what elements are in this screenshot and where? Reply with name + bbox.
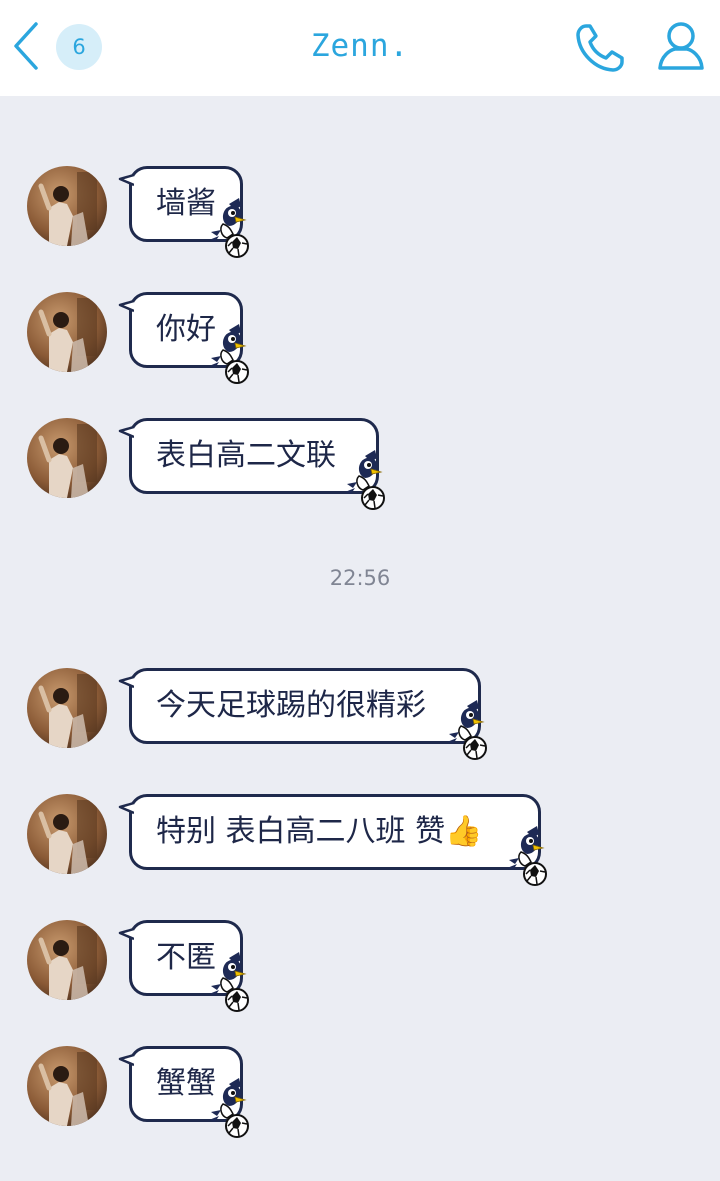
message-timestamp: 22:56 <box>329 566 391 590</box>
chevron-left-icon <box>14 22 38 70</box>
bubble-mascot-icon <box>205 1076 253 1140</box>
sender-avatar[interactable] <box>27 920 107 1000</box>
bubble-mascot-icon <box>205 196 253 260</box>
bubble-mascot-icon <box>205 322 253 386</box>
chat-header: 6 Zenn. <box>0 0 720 96</box>
thumbs-up-icon: 👍 <box>445 814 483 849</box>
message-bubble[interactable]: 今天足球踢的很精彩 <box>118 668 481 744</box>
message-text: 今天足球踢的很精彩 <box>156 688 426 723</box>
bubble-mascot-icon <box>205 950 253 1014</box>
back-button[interactable] <box>8 20 44 72</box>
bubble-mascot-icon <box>341 448 389 512</box>
bubble-tail <box>118 675 134 689</box>
avatar-photo <box>27 794 107 874</box>
person-icon <box>658 22 704 70</box>
avatar-photo <box>27 1046 107 1126</box>
sender-avatar[interactable] <box>27 794 107 874</box>
phone-icon <box>576 24 624 72</box>
bubble-mascot-icon <box>503 824 551 888</box>
avatar-photo <box>27 166 107 246</box>
sender-avatar[interactable] <box>27 1046 107 1126</box>
sender-avatar[interactable] <box>27 292 107 372</box>
call-button[interactable] <box>572 20 628 76</box>
message-row: 墙酱 <box>0 166 720 266</box>
message-row: 特别 表白高二八班 赞👍 <box>0 794 720 894</box>
bubble-tail <box>118 1053 134 1067</box>
chat-area: 22:56 墙酱 你好 表白高二文联 今天足球踢的很精彩 特别 表白高二八班 赞… <box>0 96 720 1181</box>
bubble-tail <box>118 801 134 815</box>
profile-button[interactable] <box>652 18 710 76</box>
message-bubble[interactable]: 特别 表白高二八班 赞👍 <box>118 794 541 870</box>
sender-avatar[interactable] <box>27 418 107 498</box>
message-text: 特别 表白高二八班 赞 <box>156 814 446 849</box>
avatar-photo <box>27 292 107 372</box>
bubble-tail <box>118 173 134 187</box>
message-row: 今天足球踢的很精彩 <box>0 668 720 768</box>
avatar-photo <box>27 920 107 1000</box>
avatar-photo <box>27 668 107 748</box>
bubble-tail <box>118 299 134 313</box>
bubble-mascot-icon <box>443 698 491 762</box>
bubble-tail <box>118 425 134 439</box>
unread-count-badge[interactable]: 6 <box>56 24 102 70</box>
message-row: 你好 <box>0 292 720 392</box>
sender-avatar[interactable] <box>27 668 107 748</box>
message-row: 表白高二文联 <box>0 418 720 518</box>
sender-avatar[interactable] <box>27 166 107 246</box>
message-row: 蟹蟹 <box>0 1046 720 1146</box>
message-text: 表白高二文联 <box>156 438 336 473</box>
message-row: 不匿 <box>0 920 720 1020</box>
avatar-photo <box>27 418 107 498</box>
bubble-tail <box>118 927 134 941</box>
